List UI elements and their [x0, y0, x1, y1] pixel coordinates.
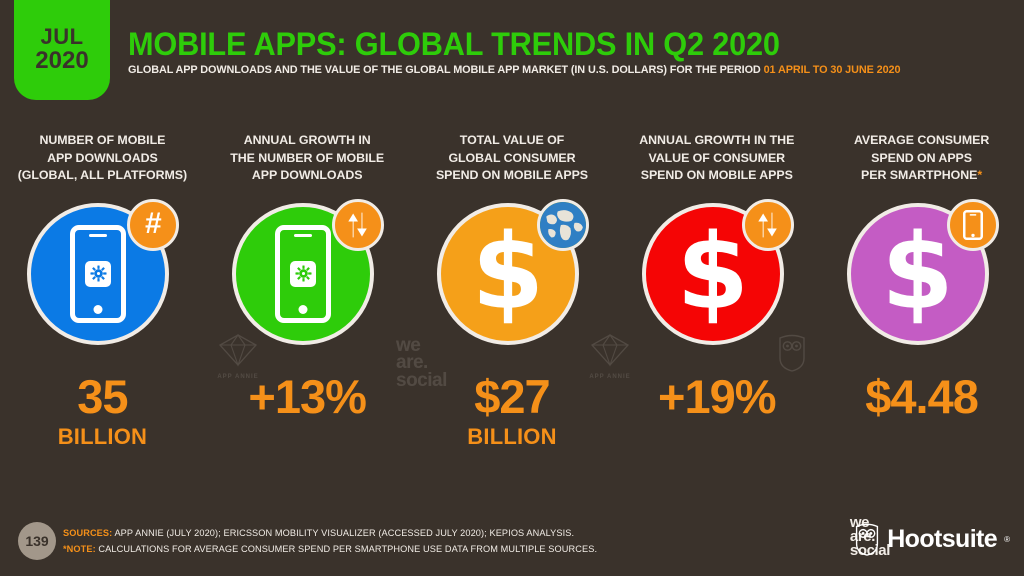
metric-column-download-growth: ANNUAL GROWTH IN THE NUMBER OF MOBILE AP…: [205, 132, 410, 492]
metric-stat: +19%: [658, 369, 777, 423]
date-tab-year: 2020: [35, 47, 89, 75]
slide-canvas: JUL 2020 MOBILE APPS: GLOBAL TRENDS IN Q…: [0, 0, 1024, 576]
hootsuite-logo: Hootsuite ®: [854, 523, 1010, 556]
page-subtitle: GLOBAL APP DOWNLOADS AND THE VALUE OF TH…: [128, 64, 901, 76]
metric-heading-line2: VALUE OF CONSUMER: [648, 150, 786, 165]
globe-icon: [539, 201, 586, 248]
page-title: MOBILE APPS: GLOBAL TRENDS IN Q2 2020: [128, 26, 780, 62]
metric-stat: $27 BILLION: [467, 373, 556, 453]
metric-badge: [741, 198, 794, 251]
metric-heading-line1: AVERAGE CONSUMER: [853, 133, 990, 147]
note-label: *NOTE:: [63, 543, 96, 554]
metric-unit: BILLION: [467, 423, 557, 449]
note-line: *NOTE: CALCULATIONS FOR AVERAGE CONSUMER…: [63, 542, 597, 558]
metric-heading: ANNUAL GROWTH IN THE VALUE OF CONSUMER S…: [639, 132, 794, 185]
metric-heading: AVERAGE CONSUMER SPEND ON APPS PER SMART…: [854, 132, 989, 185]
up-down-arrows-icon: [758, 212, 777, 238]
metric-heading: NUMBER OF MOBILE APP DOWNLOADS (GLOBAL, …: [18, 132, 187, 185]
footnote-asterisk: *: [977, 168, 983, 183]
metric-heading-line3-wrap: PER SMARTPHONE*: [854, 167, 989, 185]
dollar-sign-icon: $: [471, 210, 545, 333]
smartphone-app-icon: [70, 224, 127, 323]
metric-badge: #: [127, 198, 180, 251]
metric-heading-line1: ANNUAL GROWTH IN: [243, 133, 371, 147]
metric-column-spend-growth: ANNUAL GROWTH IN THE VALUE OF CONSUMER S…: [614, 132, 819, 492]
metric-heading-line2: THE NUMBER OF MOBILE: [230, 150, 385, 165]
metric-heading-line1: ANNUAL GROWTH IN THE: [639, 133, 795, 147]
metric-value: +13%: [248, 369, 367, 423]
metric-heading-line3: (GLOBAL, ALL PLATFORMS): [17, 168, 188, 183]
metric-column-spend-per-smartphone: AVERAGE CONSUMER SPEND ON APPS PER SMART…: [819, 132, 1024, 492]
sources-label: SOURCES:: [63, 528, 113, 538]
smartphone-app-icon: [275, 224, 332, 323]
up-down-arrows-icon: [348, 212, 368, 238]
metric-icon-group: $: [846, 198, 999, 353]
metric-heading-line2: GLOBAL CONSUMER: [448, 150, 576, 165]
metric-heading-line2: APP DOWNLOADS: [47, 150, 158, 165]
metric-heading-line1: TOTAL VALUE OF: [459, 133, 565, 147]
hootsuite-wordmark: Hootsuite: [887, 525, 998, 553]
metric-value: $27: [474, 369, 550, 423]
metric-heading: TOTAL VALUE OF GLOBAL CONSUMER SPEND ON …: [436, 132, 588, 185]
metric-badge: [332, 198, 385, 251]
gear-icon: [295, 265, 312, 282]
metric-heading: ANNUAL GROWTH IN THE NUMBER OF MOBILE AP…: [230, 132, 384, 185]
metric-value: 35: [77, 369, 128, 423]
metric-icon-group: #: [27, 198, 180, 353]
metric-heading-line3: PER SMARTPHONE: [861, 168, 978, 183]
metric-badge: [536, 198, 589, 251]
date-tab: JUL 2020: [14, 0, 110, 100]
metric-unit: BILLION: [57, 423, 148, 449]
metric-icon-group: $: [641, 198, 794, 353]
metric-heading-line2: SPEND ON APPS: [871, 150, 972, 165]
metric-value: +19%: [658, 369, 777, 423]
metric-stat: $4.48: [865, 369, 979, 423]
subtitle-main-text: GLOBAL APP DOWNLOADS AND THE VALUE OF TH…: [128, 64, 761, 76]
metric-heading-line1: NUMBER OF MOBILE: [39, 133, 166, 147]
app-tile: [85, 260, 112, 287]
metric-icon-group: [232, 198, 385, 353]
metrics-row: NUMBER OF MOBILE APP DOWNLOADS (GLOBAL, …: [0, 132, 1024, 492]
metric-icon-group: $: [436, 198, 589, 353]
metric-column-consumer-spend: TOTAL VALUE OF GLOBAL CONSUMER SPEND ON …: [410, 132, 615, 492]
sources-line: SOURCES: APP ANNIE (JULY 2020); ERICSSON…: [63, 526, 597, 542]
metric-value: $4.48: [865, 369, 979, 423]
page-number-badge: 139: [18, 522, 56, 560]
registered-mark: ®: [1004, 535, 1010, 544]
app-tile: [290, 260, 317, 287]
subtitle-period-text: 01 APRIL TO 30 JUNE 2020: [763, 64, 901, 76]
gear-icon: [90, 265, 107, 282]
metric-heading-line3: APP DOWNLOADS: [251, 168, 363, 183]
metric-heading-line3: SPEND ON MOBILE APPS: [435, 168, 589, 183]
smartphone-icon: [962, 209, 983, 240]
hashtag-icon: #: [145, 206, 162, 240]
hootsuite-owl-icon: [856, 523, 879, 556]
sources-text: APP ANNIE (JULY 2020); ERICSSON MOBILITY…: [114, 528, 575, 538]
note-text: CALCULATIONS FOR AVERAGE CONSUMER SPEND …: [98, 543, 598, 554]
dollar-sign-icon: $: [881, 210, 954, 333]
metric-stat: 35 BILLION: [58, 373, 147, 453]
metric-heading-line3: SPEND ON MOBILE APPS: [640, 168, 793, 183]
metric-column-app-downloads: NUMBER OF MOBILE APP DOWNLOADS (GLOBAL, …: [0, 132, 205, 492]
dollar-sign-icon: $: [676, 210, 749, 333]
footer: 139 SOURCES: APP ANNIE (JULY 2020); ERIC…: [0, 504, 1024, 576]
date-tab-month: JUL: [40, 24, 84, 50]
sources-block: SOURCES: APP ANNIE (JULY 2020); ERICSSON…: [63, 526, 597, 557]
metric-badge: [946, 198, 999, 251]
metric-stat: +13%: [248, 369, 367, 423]
